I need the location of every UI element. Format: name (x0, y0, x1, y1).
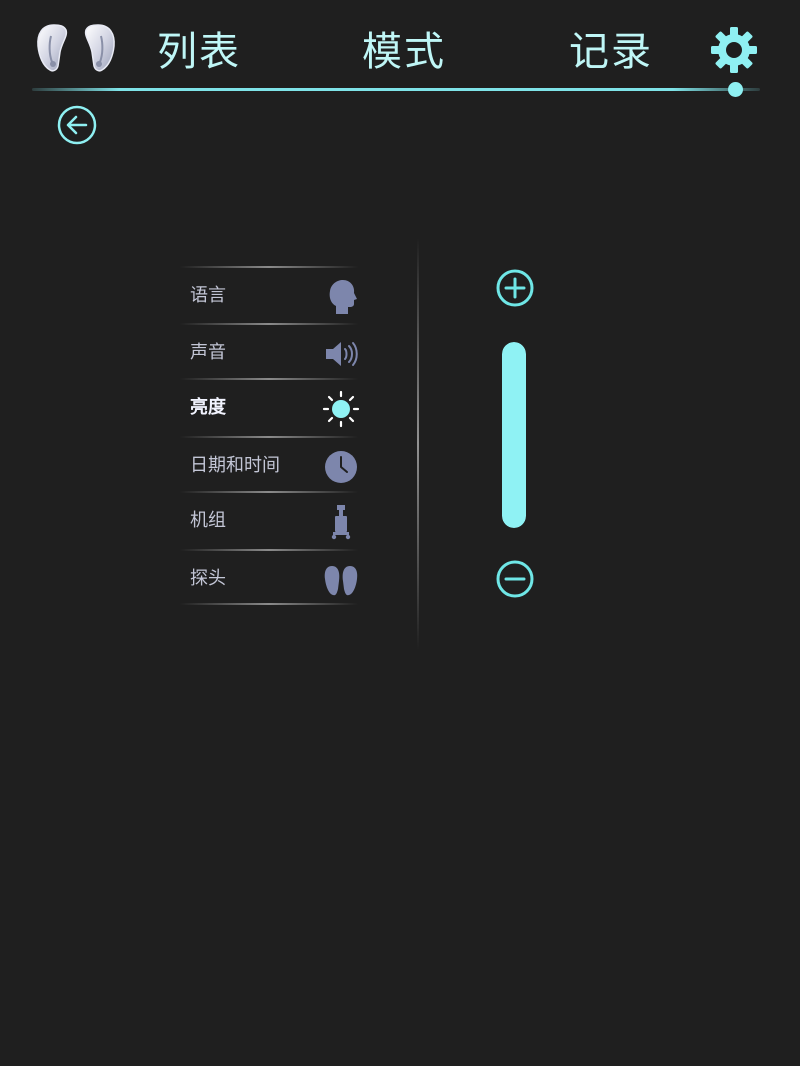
menu-item-probe[interactable]: 探头 (180, 553, 360, 605)
menu-item-unit[interactable]: 机组 (180, 495, 360, 547)
plus-circle-icon (495, 268, 535, 308)
earpiece-probe-icon (322, 561, 360, 599)
nav-tab-list[interactable]: 列表 (157, 26, 241, 78)
head-profile-icon (322, 278, 360, 316)
menu-separator (180, 603, 358, 605)
brightness-slider-fill (502, 342, 526, 528)
menu-item-brightness[interactable]: 亮度 (180, 382, 360, 434)
speaker-icon (322, 335, 360, 373)
brightness-slider[interactable] (502, 342, 526, 528)
menu-item-label: 亮度 (190, 397, 226, 418)
gear-icon[interactable] (710, 26, 758, 74)
menu-separator (180, 266, 358, 268)
menu-item-sound[interactable]: 声音 (180, 327, 360, 379)
nav-tab-mode[interactable]: 模式 (362, 26, 446, 78)
decrease-button[interactable] (495, 559, 535, 599)
increase-button[interactable] (495, 268, 535, 308)
device-cart-icon (322, 503, 360, 541)
vertical-divider (417, 238, 419, 650)
menu-item-label: 机组 (190, 510, 226, 531)
menu-item-label: 日期和时间 (190, 455, 280, 476)
menu-separator (180, 549, 358, 551)
minus-circle-icon (495, 559, 535, 599)
menu-item-label: 探头 (190, 568, 226, 589)
sun-icon (322, 390, 360, 428)
menu-separator (180, 378, 358, 380)
header-divider (32, 88, 760, 91)
nav-tab-record[interactable]: 记录 (569, 26, 653, 78)
probe-pair-icon[interactable] (34, 22, 118, 76)
menu-item-label: 语言 (190, 285, 226, 306)
menu-item-label: 声音 (190, 342, 226, 363)
clock-icon (322, 448, 360, 486)
menu-item-language[interactable]: 语言 (180, 270, 360, 322)
menu-separator (180, 491, 358, 493)
back-arrow-icon[interactable] (56, 104, 98, 146)
header-indicator-dot (728, 82, 743, 97)
menu-separator (180, 323, 358, 325)
menu-separator (180, 436, 358, 438)
menu-item-date-time[interactable]: 日期和时间 (180, 440, 360, 492)
